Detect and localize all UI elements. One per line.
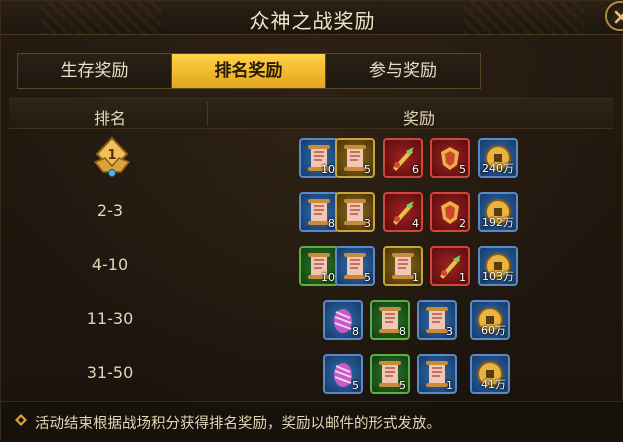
reward-table-body[interactable]: 1 10 5 6 5 240万 2-3 8 3 4 2 192万 4-10 10 5 1 1 103万 11-30 8… [9, 131, 614, 403]
reward-item[interactable]: 192万 [478, 192, 518, 232]
reward-quantity: 8 [352, 325, 359, 338]
reward-quantity: 5 [459, 163, 466, 176]
reward-quantity: 5 [364, 163, 371, 176]
column-divider [207, 102, 208, 126]
tab-ranking-reward[interactable]: 排名奖励 [172, 54, 326, 88]
rank-medal-number: 1 [107, 148, 116, 163]
reward-item[interactable]: 1 [383, 246, 423, 286]
table-row: 4-10 10 5 1 1 103万 [9, 239, 614, 293]
reward-quantity: 41万 [481, 378, 506, 391]
column-header-reward: 奖励 [403, 109, 436, 128]
reward-quantity: 1 [412, 271, 419, 284]
reward-quantity: 10 [321, 163, 335, 176]
rank-label: 11-30 [86, 309, 134, 328]
rank-medal-icon: 1 [91, 136, 133, 180]
reward-quantity: 192万 [482, 216, 514, 229]
reward-item[interactable]: 41万 [470, 354, 510, 394]
reward-item[interactable]: 103万 [478, 246, 518, 286]
reward-item[interactable]: 240万 [478, 138, 518, 178]
reward-quantity: 3 [446, 325, 453, 338]
reward-quantity: 2 [459, 217, 466, 230]
footer-text: 活动结束根据战场积分获得排名奖励，奖励以邮件的形式发放。 [35, 416, 441, 432]
reward-quantity: 8 [399, 325, 406, 338]
table-row: 31-50 5 5 1 41万 [9, 347, 614, 401]
reward-quantity: 60万 [481, 324, 506, 337]
reward-quantity: 4 [412, 217, 419, 230]
rank-label: 2-3 [96, 201, 124, 220]
reward-item[interactable]: 5 [370, 354, 410, 394]
reward-item[interactable]: 60万 [470, 300, 510, 340]
reward-item[interactable]: 8 [370, 300, 410, 340]
reward-item[interactable]: 3 [417, 300, 457, 340]
tab-bar: 生存奖励 排名奖励 参与奖励 [17, 53, 481, 89]
table-header: 排名 奖励 [9, 98, 614, 129]
reward-item[interactable]: 6 [383, 138, 423, 178]
window-title: 众神之战奖励 [249, 9, 376, 33]
close-icon [614, 10, 623, 24]
reward-item[interactable]: 1 [430, 246, 470, 286]
reward-quantity: 1 [446, 379, 453, 392]
reward-item[interactable]: 2 [430, 192, 470, 232]
reward-panel: 众神之战奖励 生存奖励 排名奖励 参与奖励 排名 奖励 1 10 5 6 5 240万 2-… [0, 0, 623, 442]
reward-quantity: 240万 [482, 162, 514, 175]
reward-quantity: 5 [352, 379, 359, 392]
reward-quantity: 8 [328, 217, 335, 230]
rank-label: 31-50 [86, 363, 134, 382]
reward-item[interactable]: 5 [323, 354, 363, 394]
reward-quantity: 5 [364, 271, 371, 284]
reward-quantity: 6 [412, 163, 419, 176]
footer-note: 活动结束根据战场积分获得排名奖励，奖励以邮件的形式发放。 [1, 401, 623, 442]
reward-item[interactable]: 8 [323, 300, 363, 340]
title-bar: 众神之战奖励 [1, 1, 623, 35]
reward-item[interactable]: 8 [299, 192, 339, 232]
reward-quantity: 103万 [482, 270, 514, 283]
diamond-bullet-icon [15, 414, 27, 426]
rank-label: 4-10 [91, 255, 129, 274]
reward-item[interactable]: 5 [335, 138, 375, 178]
reward-item[interactable]: 10 [299, 246, 339, 286]
reward-item[interactable]: 3 [335, 192, 375, 232]
column-header-rank: 排名 [94, 109, 127, 128]
table-row: 2-3 8 3 4 2 192万 [9, 185, 614, 239]
reward-quantity: 10 [321, 271, 335, 284]
reward-quantity: 1 [459, 271, 466, 284]
reward-quantity: 5 [399, 379, 406, 392]
reward-item[interactable]: 5 [335, 246, 375, 286]
table-row: 1 10 5 6 5 240万 [9, 131, 614, 185]
reward-item[interactable]: 4 [383, 192, 423, 232]
reward-quantity: 3 [364, 217, 371, 230]
reward-item[interactable]: 10 [299, 138, 339, 178]
table-row: 11-30 8 8 3 60万 [9, 293, 614, 347]
tab-participation-reward[interactable]: 参与奖励 [326, 54, 480, 88]
tab-survival-reward[interactable]: 生存奖励 [18, 54, 172, 88]
reward-item[interactable]: 1 [417, 354, 457, 394]
reward-item[interactable]: 5 [430, 138, 470, 178]
